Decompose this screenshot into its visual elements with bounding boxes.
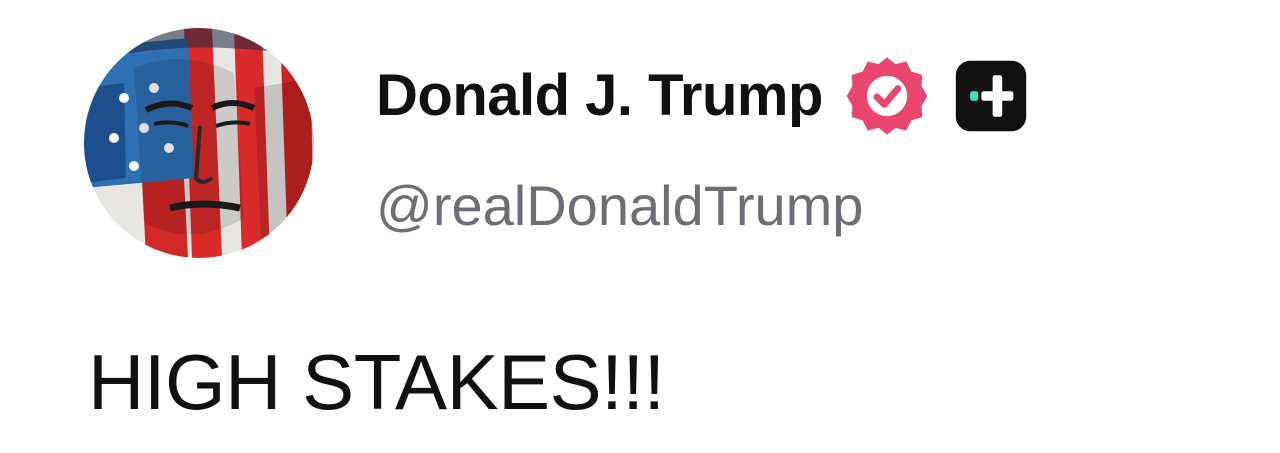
author-name-row: Donald J. Trump — [376, 56, 1031, 136]
author-display-name[interactable]: Donald J. Trump — [376, 67, 823, 125]
author-avatar[interactable] — [84, 28, 314, 258]
post-card: Donald J. Trump @realDonaldTrump HIGH ST… — [0, 0, 1280, 453]
post-body-text: HIGH STAKES!!! — [88, 338, 665, 426]
avatar-image — [84, 28, 314, 258]
author-handle[interactable]: @realDonaldTrump — [376, 178, 863, 234]
plus-badge-icon — [951, 56, 1031, 136]
verified-badge-icon — [845, 54, 929, 138]
